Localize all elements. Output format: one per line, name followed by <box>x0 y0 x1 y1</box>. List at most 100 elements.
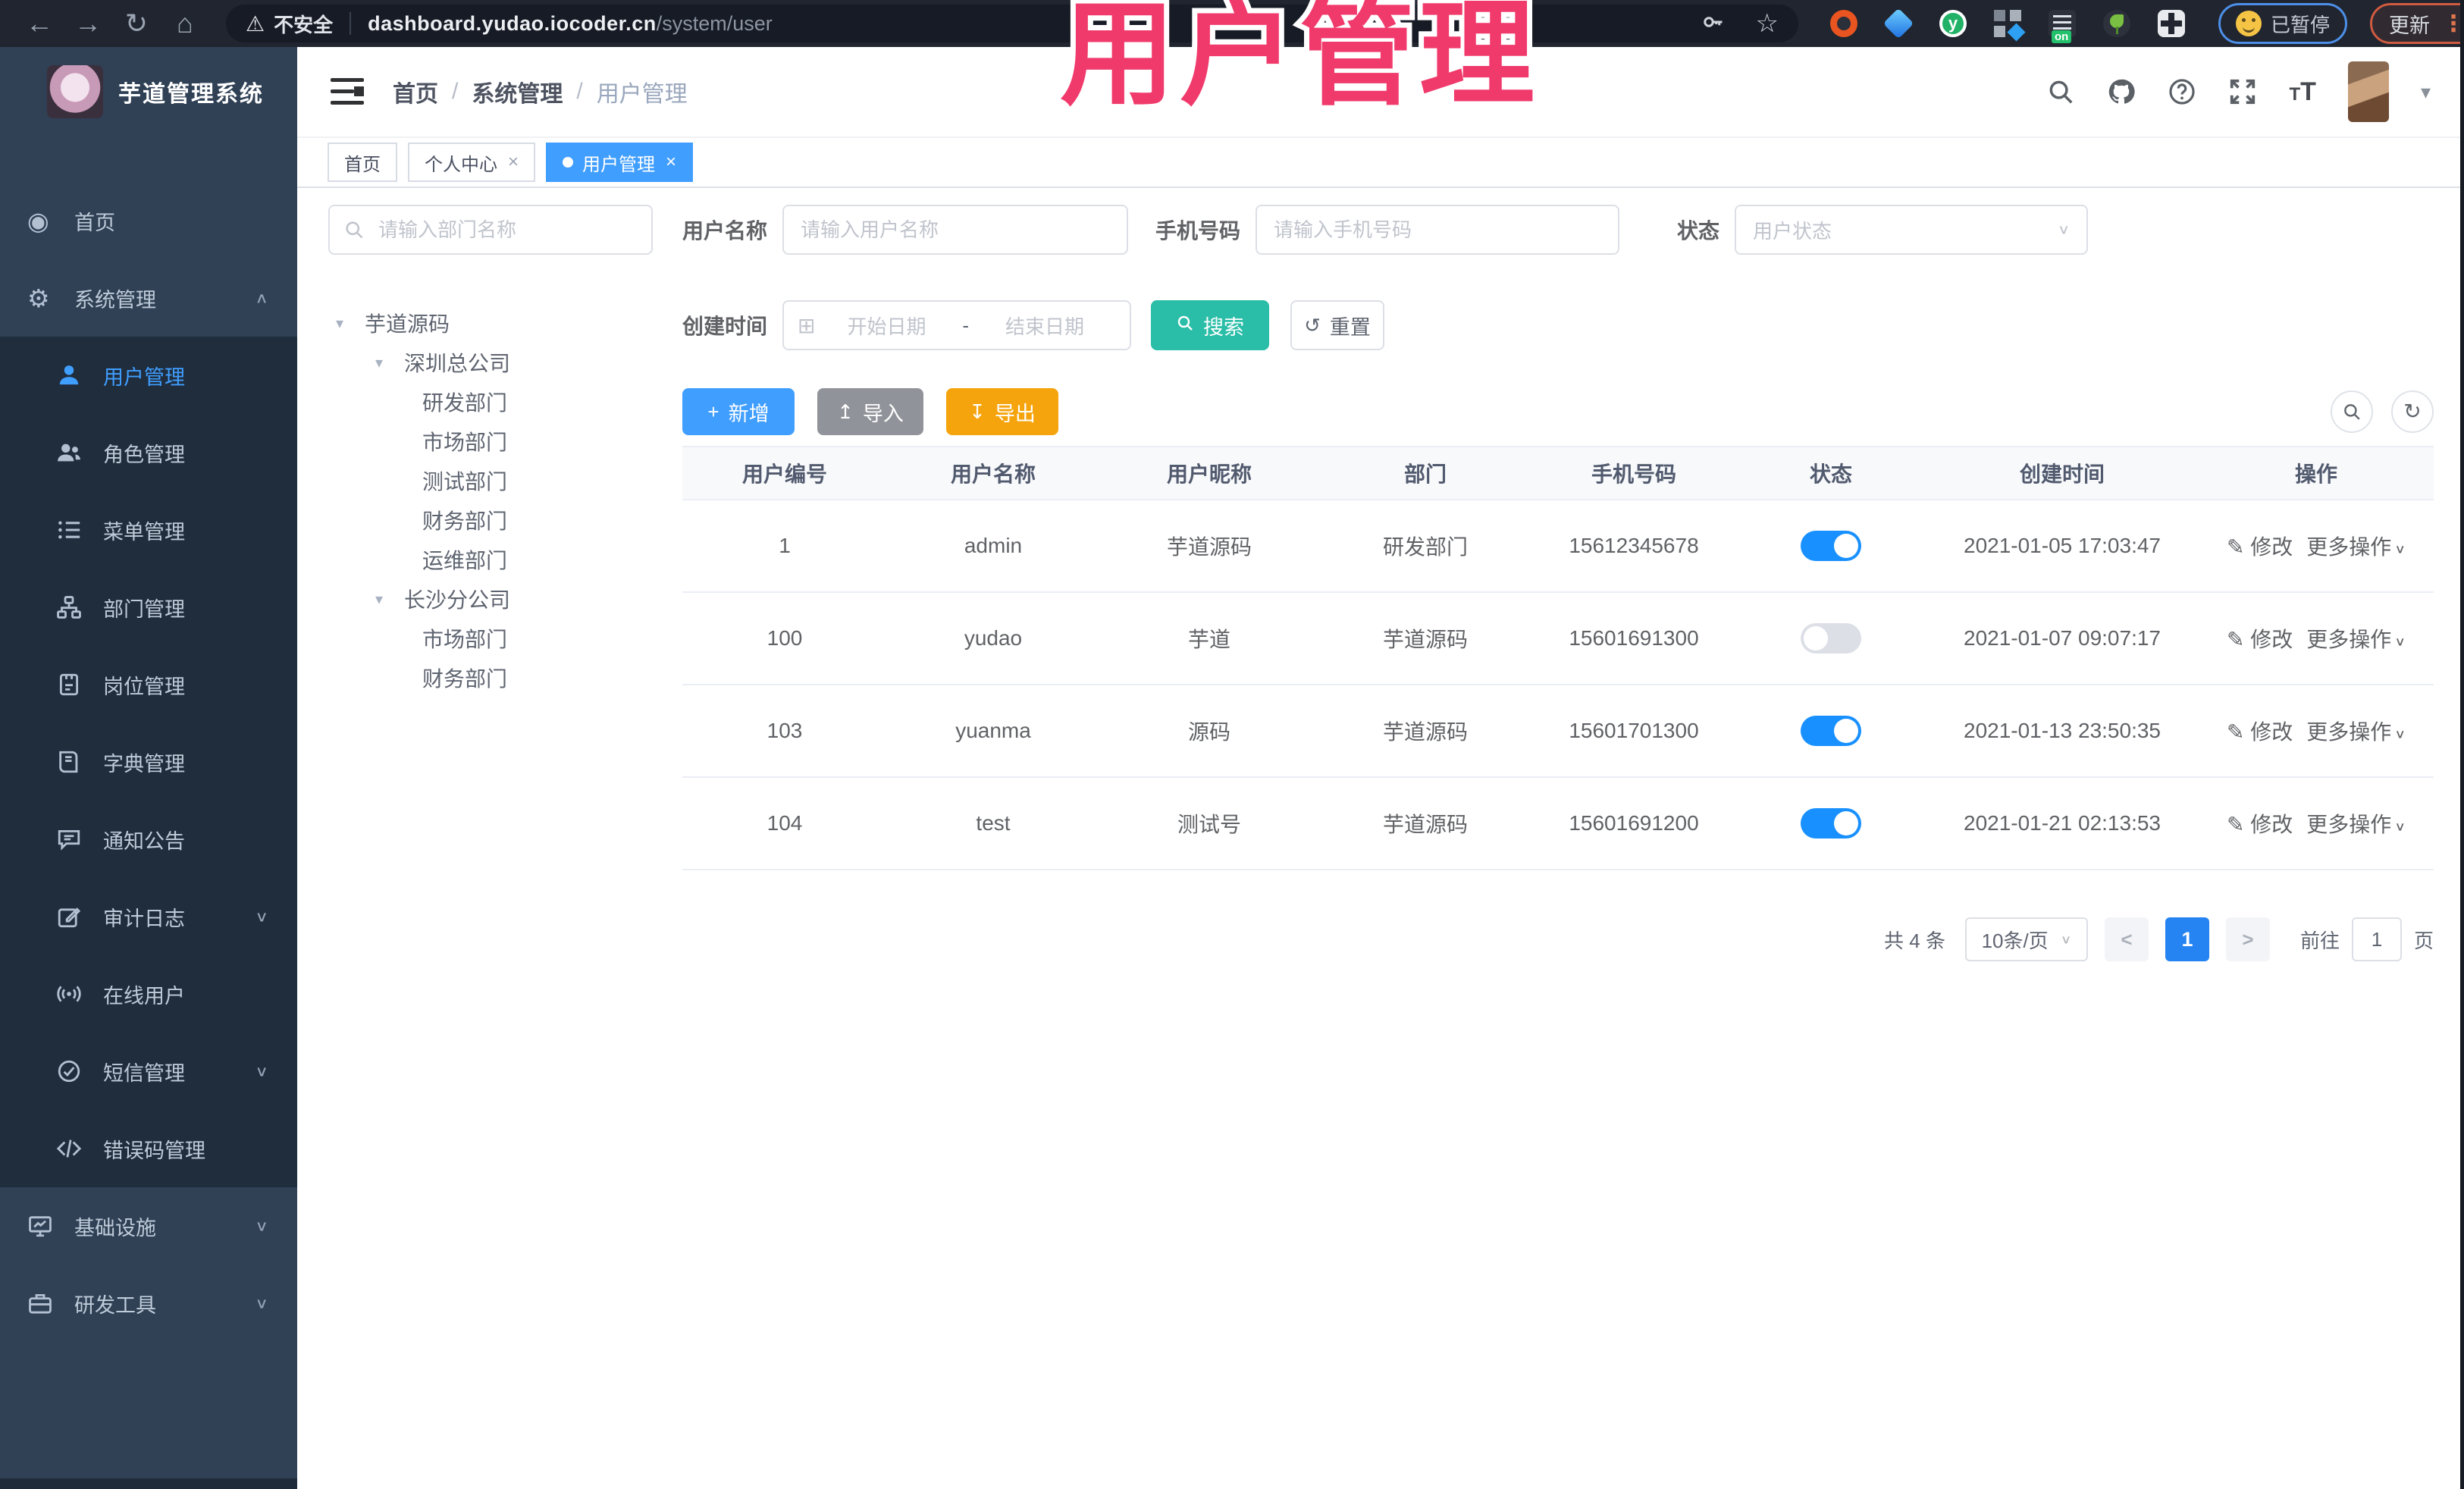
sidebar-item-user-mgmt[interactable]: 用户管理 <box>0 337 297 414</box>
sidebar-menu: ◉ 首页 ⚙ 系统管理 ∧ 用户管理 角色管理 菜单管理 部门管理 岗位管理 字… <box>0 182 297 1342</box>
hide-search-button[interactable] <box>2331 390 2373 433</box>
sidebar-item-infra[interactable]: 基础设施 ∨ <box>0 1187 297 1265</box>
edit-link[interactable]: ✎ 修改 <box>2227 531 2293 561</box>
chevron-down-icon: ∨ <box>2394 635 2406 649</box>
status-toggle[interactable] <box>1801 716 1861 746</box>
sidebar-item-dict-mgmt[interactable]: 字典管理 <box>0 723 297 801</box>
back-icon[interactable]: ← <box>15 8 64 39</box>
search-button[interactable]: 搜索 <box>1151 300 1270 350</box>
edit-link[interactable]: ✎ 修改 <box>2227 716 2293 746</box>
search-icon <box>2344 404 2360 420</box>
sidebar-collapse-icon[interactable] <box>331 77 364 107</box>
more-actions-link[interactable]: 更多操作 ∨ <box>2306 716 2406 746</box>
extension-gem-icon[interactable] <box>1882 8 1914 39</box>
password-key-icon[interactable] <box>1701 11 1724 37</box>
sidebar-item-menu-mgmt[interactable]: 菜单管理 <box>0 491 297 569</box>
calendar-icon: ⊞ <box>798 313 816 337</box>
sidebar-item-sms-mgmt[interactable]: 短信管理 ∨ <box>0 1033 297 1110</box>
sidebar-item-notice[interactable]: 通知公告 <box>0 801 297 878</box>
briefcase-icon <box>27 1290 74 1316</box>
help-icon[interactable] <box>2168 77 2196 106</box>
tree-node-root[interactable]: ▾ 芋道源码 <box>328 303 653 343</box>
tab-user-mgmt[interactable]: 用户管理 × <box>546 143 694 182</box>
tree-node[interactable]: 市场部门 <box>328 422 653 461</box>
sidebar-item-error-code[interactable]: 错误码管理 <box>0 1110 297 1187</box>
tree-node[interactable]: ▾ 深圳总公司 <box>328 343 653 382</box>
chevron-down-icon[interactable]: ▾ <box>2421 80 2431 104</box>
github-icon[interactable] <box>2107 77 2136 106</box>
breadcrumb-home[interactable]: 首页 <box>393 75 438 108</box>
sidebar-item-post-mgmt[interactable]: 岗位管理 <box>0 646 297 723</box>
message-icon <box>56 826 103 852</box>
update-button[interactable]: 更新 ⋮ <box>2370 3 2464 44</box>
sidebar-item-online-users[interactable]: 在线用户 <box>0 955 297 1033</box>
chevron-down-icon: ∨ <box>2057 221 2071 237</box>
more-actions-link[interactable]: 更多操作 ∨ <box>2306 531 2406 561</box>
tab-home[interactable]: 首页 <box>328 143 397 182</box>
avatar[interactable] <box>2347 61 2389 122</box>
tree-caret-icon[interactable]: ▾ <box>336 314 365 333</box>
reset-button[interactable]: ↺ 重置 <box>1290 300 1385 350</box>
username-input[interactable] <box>782 205 1129 255</box>
tab-profile[interactable]: 个人中心 × <box>408 143 536 182</box>
extension-green-icon[interactable]: y <box>1939 10 1967 37</box>
edit-link[interactable]: ✎ 修改 <box>2227 808 2293 839</box>
plus-icon: + <box>707 400 719 423</box>
sidebar-item-system[interactable]: ⚙ 系统管理 ∧ <box>0 259 297 337</box>
tree-node[interactable]: ▾ 长沙分公司 <box>328 579 653 619</box>
home-icon[interactable]: ⌂ <box>161 8 209 39</box>
more-actions-link[interactable]: 更多操作 ∨ <box>2306 623 2406 654</box>
prev-page-button[interactable]: < <box>2104 917 2149 961</box>
forward-icon[interactable]: → <box>64 8 112 39</box>
extension-orange-icon[interactable] <box>1830 10 1857 37</box>
goto-page-input[interactable] <box>2351 917 2402 961</box>
tree-node[interactable]: 运维部门 <box>328 540 653 579</box>
sidebar-item-home[interactable]: ◉ 首页 <box>0 182 297 259</box>
tree-caret-icon[interactable]: ▾ <box>375 590 404 609</box>
extension-leaf-icon[interactable] <box>2103 10 2130 37</box>
page-number-button[interactable]: 1 <box>2165 917 2209 961</box>
page-size-select[interactable]: 10条/页 ∨ <box>1964 917 2088 961</box>
sidebar-item-role-mgmt[interactable]: 角色管理 <box>0 414 297 491</box>
next-page-button[interactable]: > <box>2225 917 2270 961</box>
table-row: 100 yudao 芋道 芋道源码 15601691300 2021-01-07… <box>682 593 2434 685</box>
tree-caret-icon[interactable]: ▾ <box>375 353 404 372</box>
close-icon[interactable]: × <box>508 152 519 173</box>
tree-node[interactable]: 财务部门 <box>328 658 653 697</box>
export-button[interactable]: ↧ 导出 <box>946 388 1058 435</box>
paused-extension-badge[interactable]: 已暂停 <box>2218 3 2348 44</box>
edit-link[interactable]: ✎ 修改 <box>2227 623 2293 654</box>
status-toggle[interactable] <box>1801 623 1861 654</box>
tree-node[interactable]: 财务部门 <box>328 500 653 540</box>
extension-switch-on-icon[interactable] <box>2049 10 2076 43</box>
more-actions-link[interactable]: 更多操作 ∨ <box>2306 808 2406 839</box>
font-size-icon[interactable]: TT <box>2289 77 2315 107</box>
dept-search-input[interactable] <box>328 205 653 255</box>
sidebar-item-dept-mgmt[interactable]: 部门管理 <box>0 569 297 646</box>
date-range-picker[interactable]: ⊞ 开始日期 - 结束日期 <box>782 300 1132 350</box>
download-icon: ↧ <box>969 400 986 423</box>
sidebar-item-dev-tools[interactable]: 研发工具 ∨ <box>0 1265 297 1342</box>
status-toggle[interactable] <box>1801 808 1861 839</box>
tree-node[interactable]: 测试部门 <box>328 461 653 500</box>
mobile-input[interactable] <box>1256 205 1620 255</box>
close-icon[interactable]: × <box>666 152 676 173</box>
fullscreen-icon[interactable] <box>2228 77 2257 106</box>
extension-grid-icon[interactable] <box>1994 10 2021 37</box>
extensions-puzzle-icon[interactable] <box>2158 10 2185 37</box>
refresh-button[interactable]: ↻ <box>2391 390 2434 433</box>
tree-node[interactable]: 研发部门 <box>328 382 653 422</box>
search-icon[interactable] <box>2046 77 2075 106</box>
import-button[interactable]: ↥ 导入 <box>817 388 923 435</box>
security-label[interactable]: 不安全 <box>274 10 333 38</box>
status-toggle[interactable] <box>1801 531 1861 561</box>
reload-icon[interactable]: ↻ <box>112 8 161 39</box>
list-icon <box>56 517 103 543</box>
address-bar[interactable]: ⚠ 不安全 dashboard.yudao.iocoder.cn/system/… <box>226 5 1798 42</box>
add-button[interactable]: + 新增 <box>682 388 795 435</box>
breadcrumb-system[interactable]: 系统管理 <box>472 75 563 108</box>
status-select[interactable]: 用户状态 ∨ <box>1735 205 2089 255</box>
bookmark-star-icon[interactable]: ☆ <box>1756 8 1779 39</box>
tree-node[interactable]: 市场部门 <box>328 619 653 658</box>
sidebar-item-audit-log[interactable]: 审计日志 ∨ <box>0 878 297 955</box>
